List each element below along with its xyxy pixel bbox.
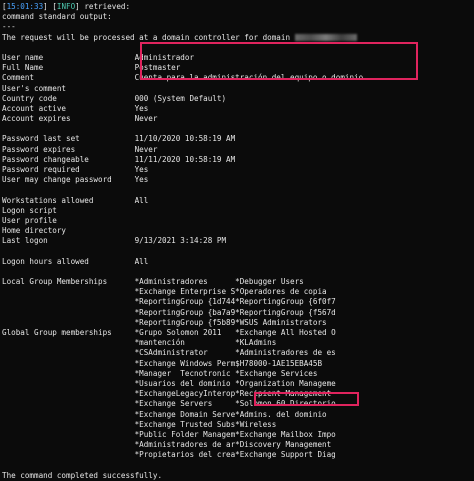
- output-rule: ---: [2, 22, 16, 32]
- output-line: *ReportingGroup {1d744*ReportingGroup {6…: [2, 297, 336, 307]
- terminal-output: [15:01:33] [INFO] retrieved: command sta…: [0, 0, 474, 480]
- output-line: User profile: [2, 215, 57, 225]
- output-line: User may change password Yes: [2, 175, 149, 185]
- log-suffix: retrieved:: [84, 2, 131, 11]
- output-line: *ReportingGroup {ba7a9*ReportingGroup {f…: [2, 307, 336, 317]
- output-line: *Exchange Servers *Solomon 60 Directorio: [2, 399, 336, 409]
- output-line: *Exchange Domain Serve*Admins. del domin…: [2, 409, 327, 419]
- output-line: Logon hours allowed All: [2, 256, 149, 266]
- redacted-domain: [294, 34, 357, 42]
- output-line: *Manager Tecnotronic *Exchange Services: [2, 368, 318, 378]
- output-line: *Exchange Enterprise S*Operadores de cop…: [2, 287, 327, 297]
- output-line: Full Name Postmaster: [2, 63, 181, 73]
- output-line: *mantención *KLAdmins: [2, 338, 277, 348]
- output-line: Workstations allowed All: [2, 195, 149, 205]
- output-line: Account expires Never: [2, 114, 158, 124]
- output-line: Local Group Memberships *Administradores…: [2, 277, 304, 287]
- domain-line: The request will be processed at a domai…: [2, 33, 474, 43]
- output-line: Last logon 9/13/2021 3:14:28 PM: [2, 236, 227, 246]
- output-line: Password changeable 11/11/2020 10:58:19 …: [2, 154, 236, 164]
- output-line: Home directory: [2, 226, 67, 236]
- log-header: [15:01:33] [INFO] retrieved:: [2, 2, 131, 11]
- output-line: Account active Yes: [2, 103, 149, 113]
- output-line: User name Administrador: [2, 52, 195, 62]
- domain-intro: The request will be processed at a domai…: [2, 32, 295, 42]
- output-line: *CSAdministrator *Administradores de es: [2, 348, 336, 358]
- output-line: *ReportingGroup {f5b89*WSUS Administrato…: [2, 317, 327, 327]
- timestamp: 15:01:33: [6, 2, 44, 11]
- output-line: User's comment: [2, 83, 67, 93]
- output-line: Password required Yes: [2, 165, 149, 174]
- output-line: *Exchange Trusted Subs*Wireless: [2, 419, 277, 429]
- output-title: command standard output:: [2, 12, 112, 22]
- log-level: INFO: [56, 2, 76, 11]
- output-line: *Administradores de ar*Discovery Managem…: [2, 440, 332, 450]
- output-line: Global Group memberships *Grupo Solomon …: [2, 328, 336, 337]
- output-line: Password expires Never: [2, 144, 158, 154]
- completion-message: The command completed successfully.: [2, 470, 163, 480]
- output-line: Comment Cuenta para la administración de…: [2, 73, 364, 83]
- output-line: *Public Folder Managem*Exchange Mailbox …: [2, 429, 336, 439]
- output-line: *ExchangeLegacyInterop*Recipient Managem…: [2, 389, 332, 399]
- output-line: Password last set 11/10/2020 10:58:19 AM: [2, 134, 236, 144]
- output-line: *Propietarios del crea*Exchange Support …: [2, 450, 336, 460]
- output-line: *Usuarios del dominio *Organization Mana…: [2, 378, 336, 388]
- user-info: User name Administrador Full Name Postmas…: [2, 53, 474, 461]
- output-line: *Exchange Windows Perm$H78000-1AE15EBA45…: [2, 358, 323, 368]
- output-line: Logon script: [2, 205, 57, 215]
- output-line: Country code 000 (System Default): [2, 93, 227, 103]
